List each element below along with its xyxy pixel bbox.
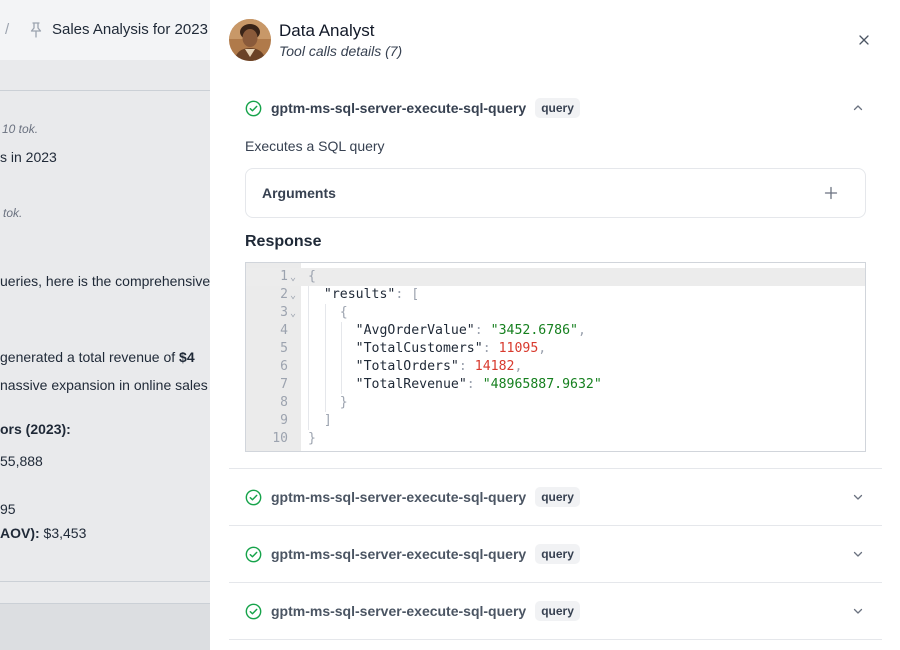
divider bbox=[229, 525, 882, 526]
line-number: 1 bbox=[280, 269, 288, 284]
agent-avatar bbox=[229, 19, 271, 61]
tool-call-header[interactable]: gptm-ms-sql-server-execute-sql-query que… bbox=[245, 96, 580, 120]
line-number: 8 bbox=[280, 395, 288, 410]
tool-call-header[interactable]: gptm-ms-sql-server-execute-sql-query que… bbox=[245, 599, 580, 623]
check-circle-icon bbox=[245, 100, 262, 116]
tool-name: gptm-ms-sql-server-execute-sql-query bbox=[271, 100, 527, 116]
divider bbox=[0, 581, 210, 582]
chat-title[interactable]: Sales Analysis for 2023 bbox=[52, 21, 208, 38]
tool-call-header[interactable]: gptm-ms-sql-server-execute-sql-query que… bbox=[245, 542, 580, 566]
code-line: { bbox=[308, 269, 316, 284]
line-number: 10 bbox=[272, 431, 288, 446]
divider bbox=[0, 90, 210, 91]
drawer-subtitle: Tool calls details (7) bbox=[279, 43, 403, 59]
chevron-up-icon[interactable] bbox=[851, 101, 865, 115]
code-line: ] bbox=[323, 413, 332, 428]
tool-call-header[interactable]: gptm-ms-sql-server-execute-sql-query que… bbox=[245, 485, 580, 509]
code-line: "TotalRevenue": "48965887.9632" bbox=[355, 377, 602, 392]
code-line: "TotalCustomers": 11095, bbox=[355, 341, 547, 356]
divider bbox=[229, 639, 882, 640]
check-circle-icon bbox=[245, 489, 262, 505]
agent-name: Data Analyst bbox=[279, 21, 375, 40]
divider bbox=[229, 582, 882, 583]
tool-description: Executes a SQL query bbox=[245, 138, 385, 154]
chevron-down-icon[interactable] bbox=[851, 490, 865, 504]
fold-toggle-icon[interactable]: ⌄ bbox=[290, 287, 296, 305]
fold-toggle-icon[interactable]: ⌄ bbox=[290, 269, 296, 287]
arguments-accordion[interactable]: Arguments bbox=[245, 168, 866, 218]
code-line: "TotalOrders": 14182, bbox=[355, 359, 523, 374]
check-circle-icon bbox=[245, 603, 262, 619]
response-code-viewer[interactable]: 1 2 3 4 5 6 7 8 9 10 ⌄ ⌄ ⌄ { "results": … bbox=[245, 262, 866, 452]
code-line: "AvgOrderValue": "3452.6786", bbox=[355, 323, 586, 338]
tool-type-badge: query bbox=[535, 487, 580, 507]
line-number: 2 bbox=[280, 287, 288, 302]
line-number: 7 bbox=[280, 377, 288, 392]
line-number: 3 bbox=[280, 305, 288, 320]
chat-input-area bbox=[0, 604, 210, 650]
plus-icon bbox=[824, 186, 838, 200]
code-line: } bbox=[339, 395, 348, 410]
active-line-highlight bbox=[246, 268, 865, 286]
background-chat: / Sales Analysis for 2023 10 tok. s in 2… bbox=[0, 0, 210, 650]
tool-name: gptm-ms-sql-server-execute-sql-query bbox=[271, 546, 527, 562]
fold-toggle-icon[interactable]: ⌄ bbox=[290, 305, 296, 323]
arguments-label: Arguments bbox=[262, 185, 336, 201]
tool-calls-drawer: Data Analyst Tool calls details (7) gptm… bbox=[210, 0, 900, 650]
message-text: generated a total revenue of $4 bbox=[0, 349, 195, 365]
divider bbox=[229, 468, 882, 469]
tool-type-badge: query bbox=[535, 98, 580, 118]
message-text: nassive expansion in online sales bbox=[0, 377, 208, 393]
tool-type-badge: query bbox=[535, 544, 580, 564]
tool-name: gptm-ms-sql-server-execute-sql-query bbox=[271, 603, 527, 619]
code-line: "results": [ bbox=[323, 287, 420, 302]
token-count: tok. bbox=[3, 206, 23, 220]
divider bbox=[0, 603, 210, 604]
message-heading: ors (2023): bbox=[0, 421, 71, 437]
line-number: 6 bbox=[280, 359, 288, 374]
breadcrumb-separator: / bbox=[5, 21, 10, 38]
line-number: 5 bbox=[280, 341, 288, 356]
tool-name: gptm-ms-sql-server-execute-sql-query bbox=[271, 489, 527, 505]
message-text: ueries, here is the comprehensive bbox=[0, 273, 210, 289]
tool-type-badge: query bbox=[535, 601, 580, 621]
message-text: 55,888 bbox=[0, 453, 43, 469]
pin-icon[interactable] bbox=[29, 22, 43, 38]
check-circle-icon bbox=[245, 546, 262, 562]
close-icon bbox=[859, 35, 869, 45]
token-count: 10 tok. bbox=[2, 122, 39, 136]
code-line: } bbox=[308, 431, 316, 446]
line-number: 4 bbox=[280, 323, 288, 338]
response-label: Response bbox=[245, 233, 322, 250]
message-text: AOV): $3,453 bbox=[0, 525, 87, 541]
message-text: 95 bbox=[0, 501, 16, 517]
code-line: { bbox=[339, 305, 348, 320]
chevron-down-icon[interactable] bbox=[851, 547, 865, 561]
close-button[interactable] bbox=[854, 30, 874, 50]
chevron-down-icon[interactable] bbox=[851, 604, 865, 618]
message-text: s in 2023 bbox=[0, 149, 57, 165]
line-number: 9 bbox=[280, 413, 288, 428]
